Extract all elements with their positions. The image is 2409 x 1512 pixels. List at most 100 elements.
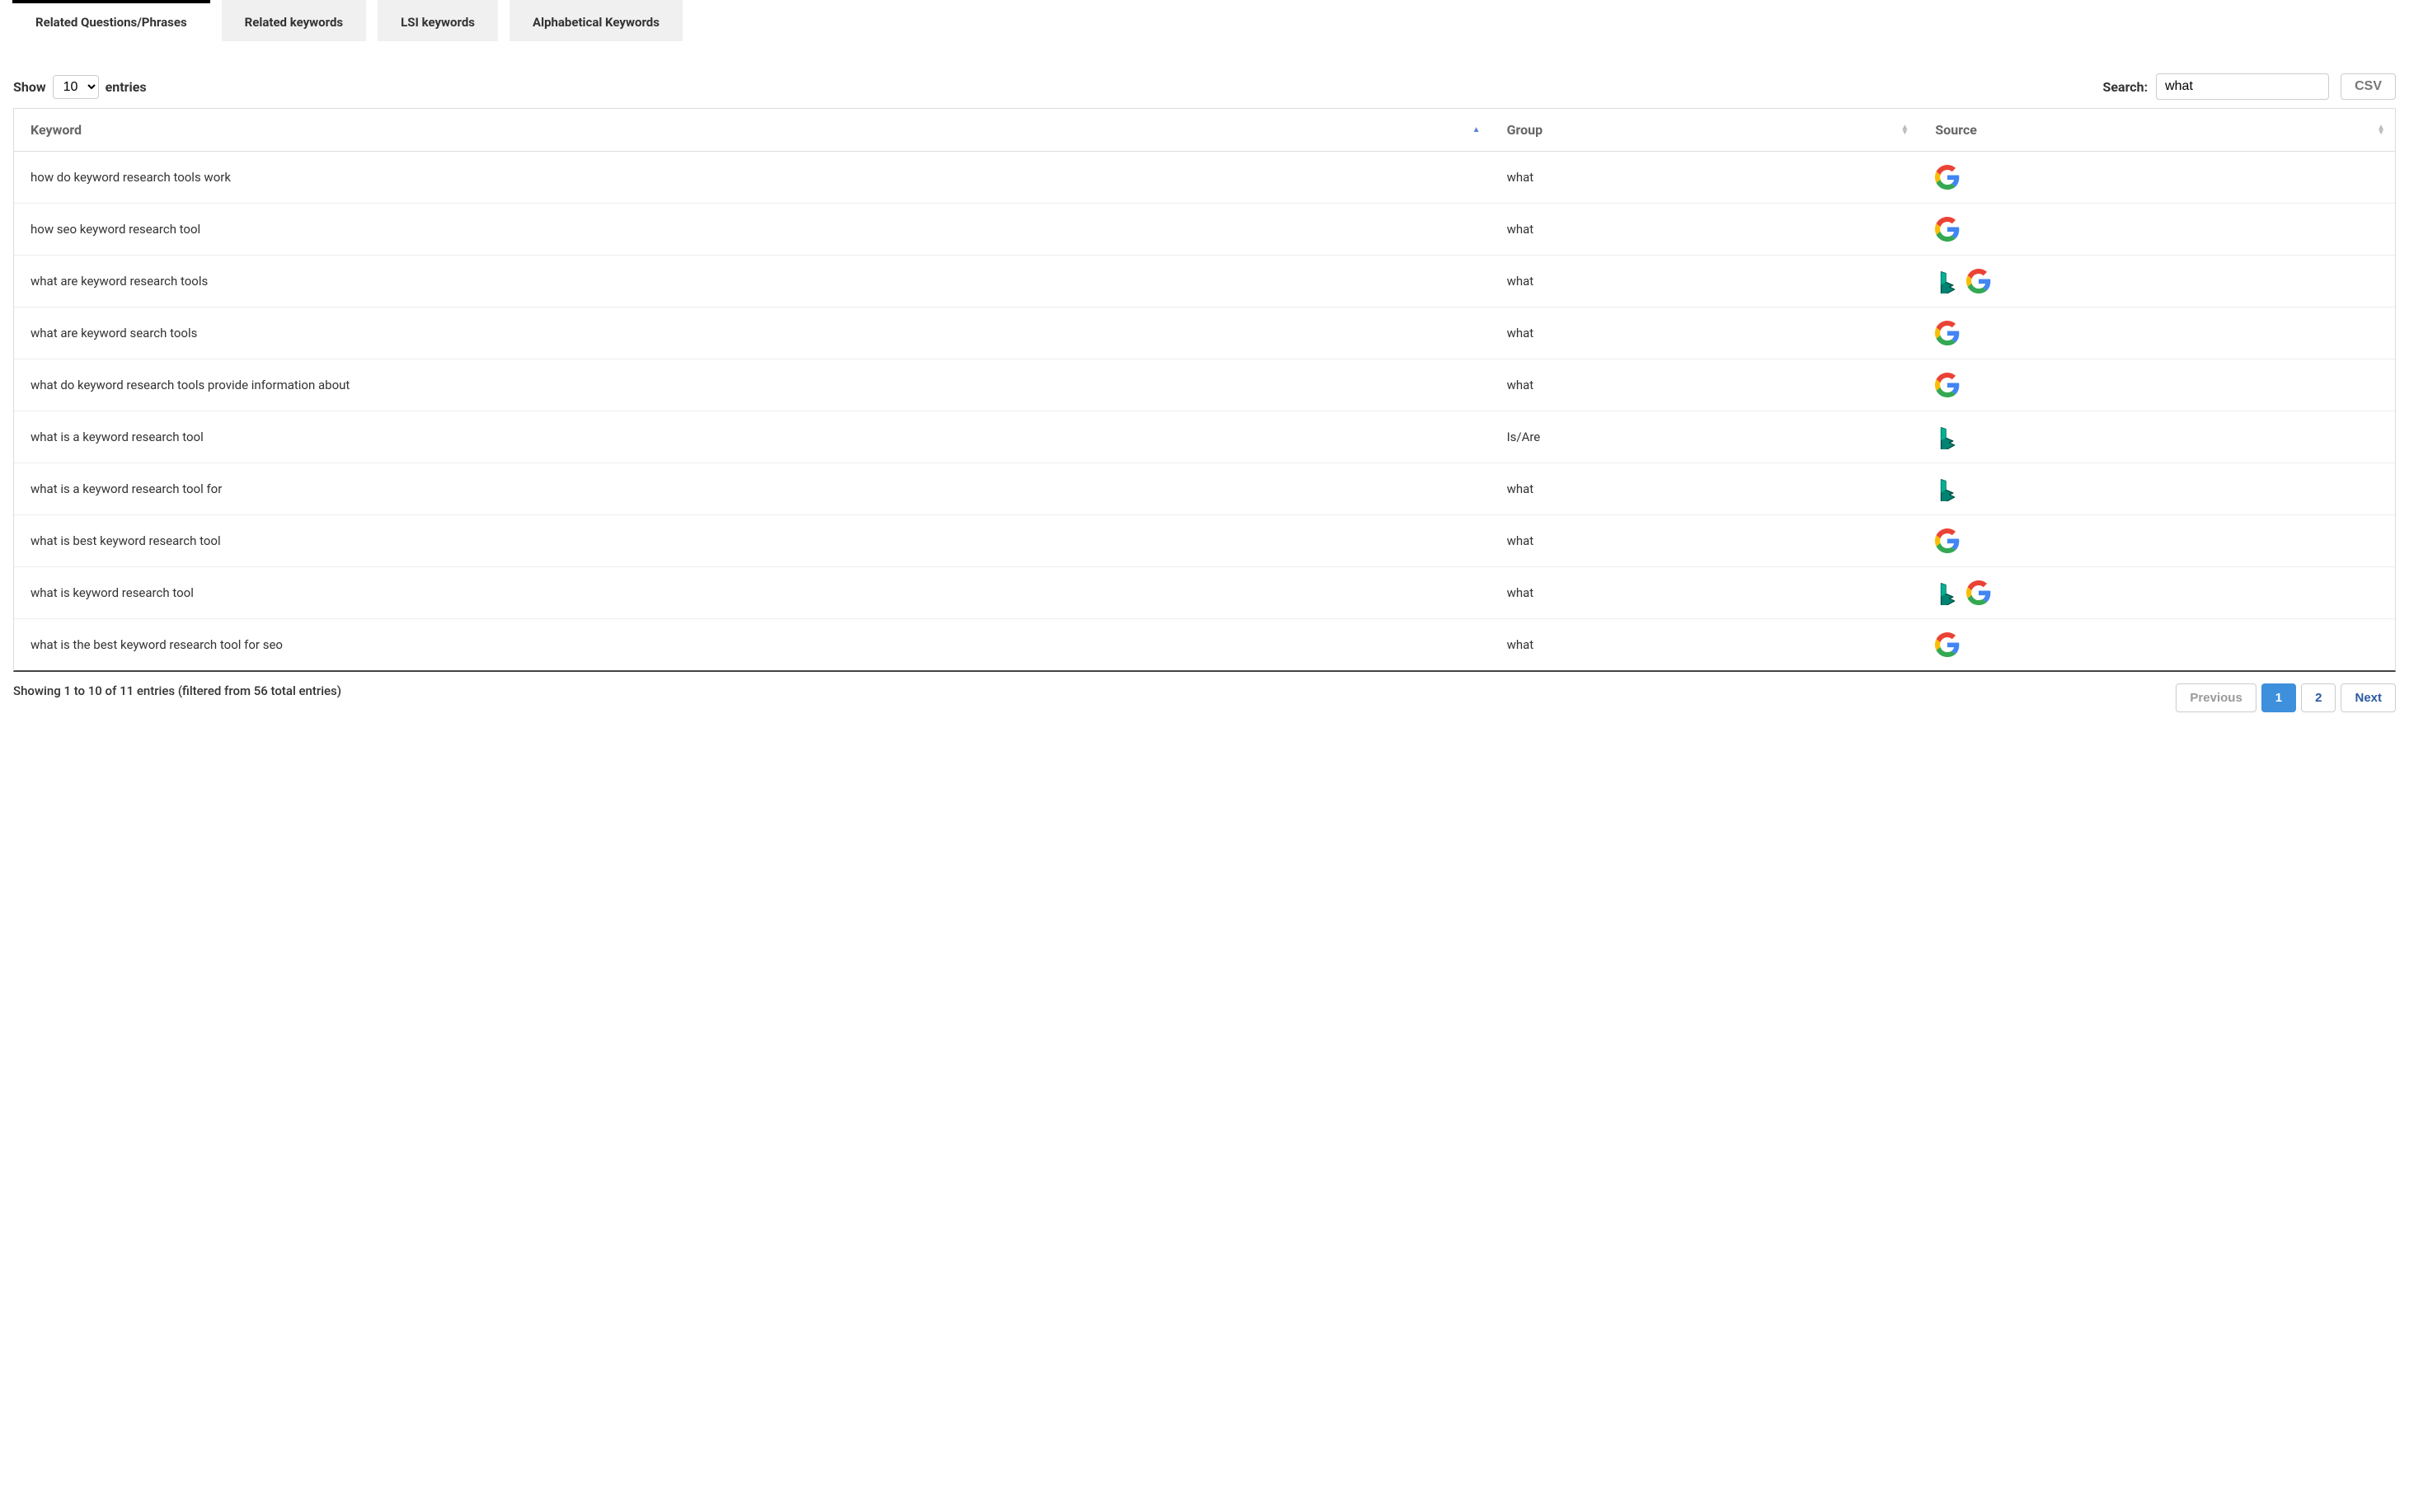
source-icons xyxy=(1935,217,2378,242)
sort-desc-icon: ▼ xyxy=(2377,130,2385,135)
sort-indicator-source: ▲ ▼ xyxy=(2377,125,2385,135)
search-label: Search: xyxy=(2103,79,2148,95)
cell-source xyxy=(1918,308,2395,359)
cell-source xyxy=(1918,256,2395,308)
bing-icon xyxy=(1935,477,1960,501)
page-button-1[interactable]: 1 xyxy=(2261,683,2296,712)
google-icon xyxy=(1935,528,1960,553)
bing-icon xyxy=(1935,580,1960,605)
cell-keyword: what is keyword research tool xyxy=(14,567,1491,619)
cell-source xyxy=(1918,411,2395,463)
bing-icon xyxy=(1935,425,1960,449)
source-icons xyxy=(1935,269,2378,293)
panel: Show 10 entries Search: CSV Keyword ▲ xyxy=(12,56,2397,713)
csv-button[interactable]: CSV xyxy=(2341,73,2396,100)
sort-desc-icon: ▼ xyxy=(1900,130,1909,135)
column-group-label: Group xyxy=(1507,122,1543,138)
table-row: what is a keyword research toolIs/Are xyxy=(14,411,2395,463)
show-label: Show xyxy=(13,79,46,95)
footer-row: Showing 1 to 10 of 11 entries (filtered … xyxy=(13,672,2396,712)
google-icon xyxy=(1935,217,1960,242)
google-icon xyxy=(1966,580,1991,605)
tab-related-keywords[interactable]: Related keywords xyxy=(222,0,366,41)
cell-source xyxy=(1918,619,2395,671)
cell-group: what xyxy=(1491,204,1919,256)
table-row: what is the best keyword research tool f… xyxy=(14,619,2395,671)
source-icons xyxy=(1935,321,2378,345)
entries-label: entries xyxy=(106,79,147,95)
table-row: what do keyword research tools provide i… xyxy=(14,359,2395,411)
search-input[interactable] xyxy=(2156,73,2329,100)
tabs-container: Related Questions/Phrases Related keyword… xyxy=(12,0,2397,41)
page-button-2[interactable]: 2 xyxy=(2301,683,2336,712)
cell-source xyxy=(1918,359,2395,411)
page-size-select[interactable]: 10 xyxy=(53,75,99,99)
cell-group: what xyxy=(1491,359,1919,411)
source-icons xyxy=(1935,425,2378,449)
sort-asc-icon: ▲ xyxy=(1472,128,1481,133)
table-body: how do keyword research tools workwhatho… xyxy=(14,152,2395,671)
cell-keyword: what is best keyword research tool xyxy=(14,515,1491,567)
table-row: how do keyword research tools workwhat xyxy=(14,152,2395,204)
source-icons xyxy=(1935,528,2378,553)
google-icon xyxy=(1935,632,1960,657)
source-icons xyxy=(1935,632,2378,657)
cell-keyword: what are keyword research tools xyxy=(14,256,1491,308)
cell-group: what xyxy=(1491,152,1919,204)
cell-group: Is/Are xyxy=(1491,411,1919,463)
tab-alphabetical-keywords[interactable]: Alphabetical Keywords xyxy=(510,0,683,41)
cell-group: what xyxy=(1491,256,1919,308)
google-icon xyxy=(1966,269,1991,293)
next-button[interactable]: Next xyxy=(2341,683,2396,712)
cell-source xyxy=(1918,152,2395,204)
source-icons xyxy=(1935,580,2378,605)
table-row: what are keyword search toolswhat xyxy=(14,308,2395,359)
source-icons xyxy=(1935,477,2378,501)
column-source-label: Source xyxy=(1935,122,1977,138)
table-row: what is keyword research toolwhat xyxy=(14,567,2395,619)
source-icons xyxy=(1935,165,2378,190)
google-icon xyxy=(1935,165,1960,190)
column-header-group[interactable]: Group ▲ ▼ xyxy=(1491,109,1919,152)
keywords-table: Keyword ▲ Group ▲ ▼ Source xyxy=(14,109,2395,670)
cell-source xyxy=(1918,463,2395,515)
tab-lsi-keywords[interactable]: LSI keywords xyxy=(378,0,498,41)
show-entries: Show 10 entries xyxy=(13,75,147,99)
search-wrap: Search: xyxy=(2103,73,2330,100)
cell-keyword: what is a keyword research tool xyxy=(14,411,1491,463)
cell-keyword: what is the best keyword research tool f… xyxy=(14,619,1491,671)
cell-keyword: what do keyword research tools provide i… xyxy=(14,359,1491,411)
right-controls: Search: CSV xyxy=(2103,73,2396,100)
bing-icon xyxy=(1935,269,1960,293)
column-keyword-label: Keyword xyxy=(31,122,82,138)
cell-group: what xyxy=(1491,308,1919,359)
table-wrap: Keyword ▲ Group ▲ ▼ Source xyxy=(13,108,2396,672)
cell-keyword: how seo keyword research tool xyxy=(14,204,1491,256)
pagination: Previous12Next xyxy=(2176,683,2396,712)
cell-group: what xyxy=(1491,463,1919,515)
table-row: what is a keyword research tool forwhat xyxy=(14,463,2395,515)
cell-source xyxy=(1918,567,2395,619)
column-header-keyword[interactable]: Keyword ▲ xyxy=(14,109,1491,152)
sort-indicator-keyword: ▲ xyxy=(1472,128,1481,133)
cell-source xyxy=(1918,204,2395,256)
controls-row: Show 10 entries Search: CSV xyxy=(13,57,2396,108)
cell-group: what xyxy=(1491,619,1919,671)
cell-keyword: what is a keyword research tool for xyxy=(14,463,1491,515)
google-icon xyxy=(1935,373,1960,397)
cell-group: what xyxy=(1491,567,1919,619)
cell-keyword: what are keyword search tools xyxy=(14,308,1491,359)
table-row: how seo keyword research toolwhat xyxy=(14,204,2395,256)
column-header-source[interactable]: Source ▲ ▼ xyxy=(1918,109,2395,152)
table-row: what is best keyword research toolwhat xyxy=(14,515,2395,567)
source-icons xyxy=(1935,373,2378,397)
google-icon xyxy=(1935,321,1960,345)
tab-related-questions-phrases[interactable]: Related Questions/Phrases xyxy=(12,0,210,41)
cell-group: what xyxy=(1491,515,1919,567)
previous-button[interactable]: Previous xyxy=(2176,683,2256,712)
cell-keyword: how do keyword research tools work xyxy=(14,152,1491,204)
cell-source xyxy=(1918,515,2395,567)
sort-indicator-group: ▲ ▼ xyxy=(1900,125,1909,135)
table-row: what are keyword research toolswhat xyxy=(14,256,2395,308)
info-text: Showing 1 to 10 of 11 entries (filtered … xyxy=(13,683,341,698)
